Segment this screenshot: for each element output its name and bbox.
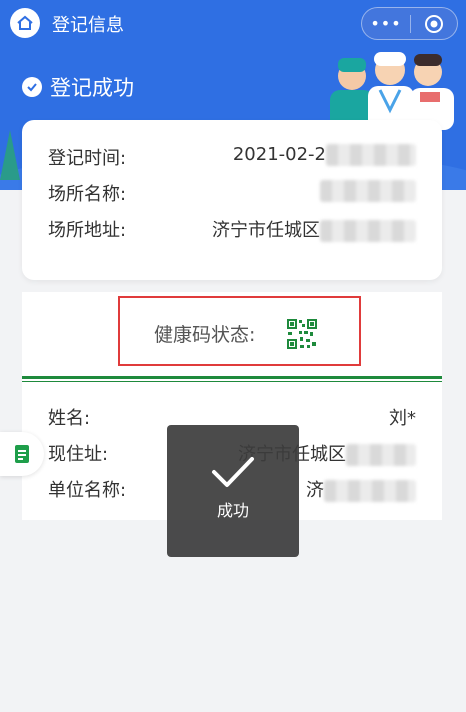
health-code-highlight: 健康码状态: (118, 296, 361, 366)
divider-line (22, 381, 442, 382)
status-text: 登记成功 (50, 76, 134, 100)
registration-status: 登记成功 (22, 72, 134, 102)
close-button[interactable] (411, 14, 457, 34)
home-button[interactable] (10, 8, 40, 38)
redaction-blur (320, 180, 416, 202)
row-value (320, 180, 416, 202)
registration-card: 登记时间: 2021-02-2 场所名称: 场所地址: 济宁市任城区 (22, 120, 442, 280)
side-float-button[interactable] (0, 432, 44, 476)
row-value: 济 (306, 476, 416, 502)
row-value: 2021-02-2 (233, 144, 416, 166)
row-label: 场所地址: (48, 220, 127, 241)
medical-staff-illustration (330, 52, 454, 130)
info-row-time: 登记时间: 2021-02-2 (22, 140, 442, 170)
health-code-label: 健康码状态: (154, 324, 256, 346)
mini-program-capsule: ••• (361, 7, 458, 40)
banner-tree (0, 130, 20, 180)
info-row-venue-name: 场所名称: (22, 176, 442, 206)
divider-line (22, 376, 442, 379)
more-button[interactable]: ••• (362, 14, 410, 33)
redaction-blur (320, 220, 416, 242)
check-circle-icon (22, 77, 42, 97)
row-value: 刘* (389, 408, 416, 429)
qr-code-icon[interactable] (286, 318, 318, 350)
row-label: 场所名称: (48, 184, 127, 205)
redaction-blur (326, 144, 416, 166)
row-label: 单位名称: (48, 480, 127, 501)
navigation-bar: 登记信息 ••• (0, 0, 466, 48)
row-label: 登记时间: (48, 148, 127, 169)
row-value: 济宁市任城区 (212, 216, 416, 242)
toast-text: 成功 (216, 501, 249, 520)
row-label: 姓名: (48, 408, 91, 429)
target-icon (425, 14, 443, 33)
redaction-blur (346, 444, 416, 466)
checkmark-icon (212, 457, 254, 487)
redaction-blur (324, 480, 416, 502)
row-label: 现住址: (48, 444, 109, 465)
document-icon (15, 445, 29, 463)
page-title: 登记信息 (52, 15, 124, 36)
home-icon (17, 15, 33, 30)
success-toast: 成功 (167, 425, 299, 557)
info-row-venue-address: 场所地址: 济宁市任城区 (22, 212, 442, 242)
